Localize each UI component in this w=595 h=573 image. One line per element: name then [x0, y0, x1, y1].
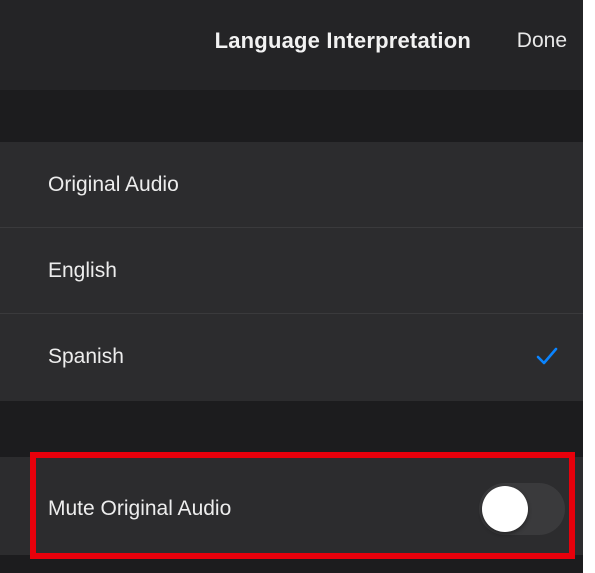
page-title: Language Interpretation	[214, 28, 471, 53]
checkmark-icon	[536, 347, 558, 365]
mute-original-audio-toggle[interactable]	[479, 483, 565, 535]
mute-original-audio-row: Mute Original Audio	[0, 457, 583, 555]
section-spacer	[0, 90, 583, 142]
done-button[interactable]: Done	[517, 29, 567, 53]
bottom-area	[0, 555, 583, 573]
language-option-label: Original Audio	[48, 173, 179, 196]
nav-bar: Language Interpretation Done	[0, 0, 583, 90]
language-list: Original Audio English Spanish	[0, 142, 583, 401]
language-option-english[interactable]: English	[0, 228, 583, 314]
language-option-label: English	[48, 259, 117, 282]
mute-original-audio-label: Mute Original Audio	[48, 497, 232, 520]
language-option-original-audio[interactable]: Original Audio	[0, 142, 583, 228]
section-spacer	[0, 401, 583, 457]
language-option-label: Spanish	[48, 345, 124, 368]
language-interpretation-screen: Language Interpretation Done Original Au…	[0, 0, 583, 573]
toggle-knob	[482, 486, 528, 532]
language-option-spanish[interactable]: Spanish	[0, 314, 583, 401]
